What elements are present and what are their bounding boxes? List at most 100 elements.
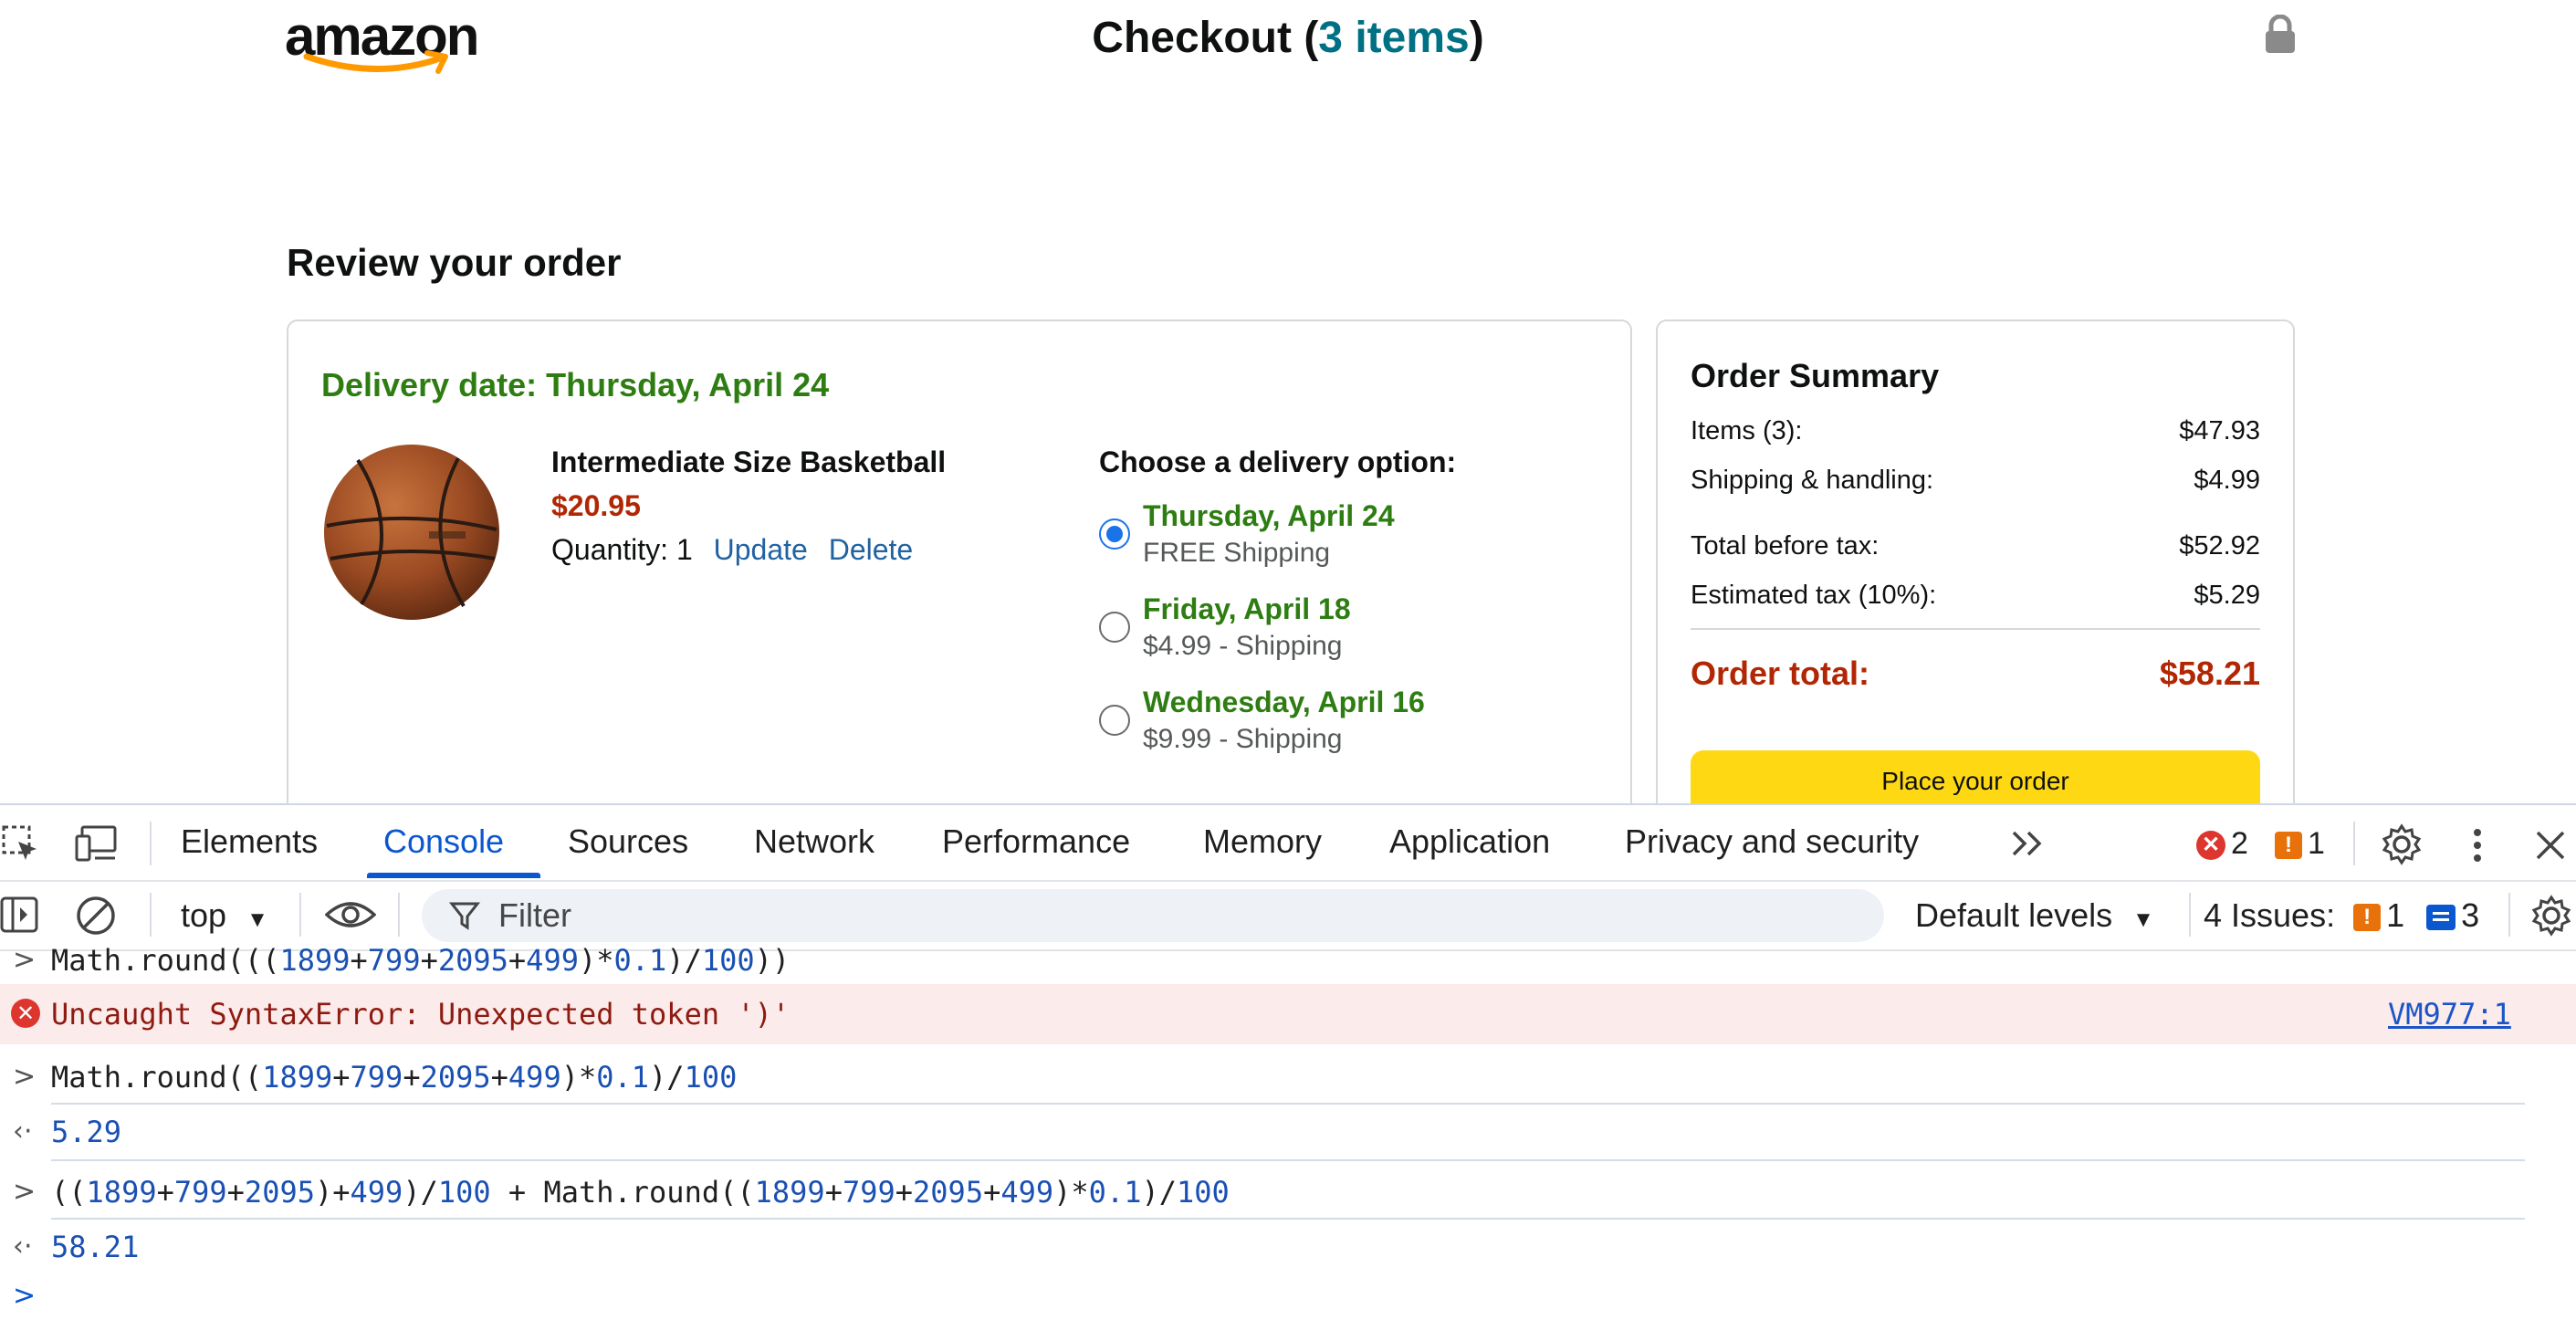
- prompt-chevron-icon: >: [13, 1061, 37, 1093]
- kebab-menu-icon[interactable]: [2465, 825, 2490, 865]
- tab-sources[interactable]: Sources: [568, 818, 688, 865]
- console-result-line: ‹· 5.29: [0, 1110, 2576, 1154]
- delete-link[interactable]: Delete: [829, 533, 914, 566]
- numeric-literal: 1899: [262, 1060, 333, 1095]
- console-result: 5.29: [51, 1115, 122, 1149]
- place-order-button[interactable]: Place your order: [1691, 750, 2260, 803]
- tab-performance[interactable]: Performance: [942, 818, 1130, 865]
- separator: [2353, 822, 2355, 865]
- console-input-line: > ((1899+799+2095)+499)/100 + Math.round…: [0, 1170, 2576, 1214]
- log-levels-dropdown[interactable]: Default levels ▼: [1915, 895, 2154, 941]
- more-tabs-icon[interactable]: [2008, 827, 2048, 860]
- error-icon: ✕: [2196, 831, 2225, 861]
- warning-icon: !: [2275, 832, 2302, 860]
- console-result-line: ‹· 58.21: [0, 1225, 2576, 1269]
- delivery-option-wednesday[interactable]: Wednesday, April 16 $9.99 - Shipping: [1099, 681, 1610, 772]
- total-label: Order total:: [1691, 655, 1870, 692]
- error-counter[interactable]: ✕ 2: [2196, 823, 2248, 864]
- error-source-link[interactable]: VM977:1: [2388, 984, 2511, 1044]
- radio-unselected[interactable]: [1099, 705, 1130, 736]
- numeric-literal: 0.1: [1088, 1175, 1142, 1210]
- shipping-value: $4.99: [2194, 466, 2260, 495]
- radio-selected[interactable]: [1099, 519, 1130, 550]
- device-toolbar-icon[interactable]: [75, 823, 120, 864]
- console-expression: ((1899+799+2095)+499)/100 + Math.round((…: [51, 1175, 1230, 1210]
- console-input-line: > Math.round((1899+799+2095+499)*0.1)/10…: [0, 1055, 2576, 1099]
- radio-unselected[interactable]: [1099, 612, 1130, 643]
- error-icon: ✕: [11, 999, 40, 1028]
- review-heading: Review your order: [287, 241, 622, 284]
- numeric-literal: 799: [173, 1175, 227, 1210]
- warning-icon: !: [2353, 904, 2382, 932]
- basketball-image[interactable]: [321, 442, 502, 623]
- console-error-line: ✕ Uncaught SyntaxError: Unexpected token…: [0, 984, 2576, 1044]
- numeric-literal: 2095: [420, 1060, 491, 1095]
- close-icon[interactable]: [2532, 827, 2569, 864]
- issues-counter[interactable]: 4 Issues: ! 1 3: [2204, 895, 2479, 937]
- option-date: Thursday, April 24: [1143, 499, 1395, 532]
- lock-icon: [2266, 15, 2295, 53]
- inspect-element-icon[interactable]: [0, 823, 40, 864]
- numeric-literal: 799: [842, 1175, 895, 1210]
- numeric-literal: 1899: [279, 943, 351, 978]
- checkout-page: amazon Checkout (3 items) Review your or…: [0, 0, 2576, 803]
- total-value: $58.21: [2159, 655, 2260, 692]
- items-value: $47.93: [2179, 416, 2260, 445]
- clear-console-icon[interactable]: [75, 895, 117, 937]
- tax-value: $5.29: [2194, 581, 2260, 610]
- summary-before-tax-row: Total before tax: $52.92: [1691, 528, 2260, 564]
- warning-counter[interactable]: ! 1: [2275, 823, 2325, 864]
- summary-divider: [1691, 628, 2260, 630]
- quantity-label: Quantity: 1: [551, 533, 693, 566]
- gear-icon[interactable]: [2381, 823, 2423, 865]
- console-prompt-line[interactable]: >: [0, 1274, 2576, 1318]
- filter-funnel-icon: [449, 902, 480, 930]
- eye-icon[interactable]: [325, 898, 376, 931]
- page-title: Checkout (3 items): [0, 9, 2576, 68]
- numeric-literal: 2095: [244, 1175, 315, 1210]
- delivery-option-label: Choose a delivery option:: [1099, 445, 1457, 478]
- numeric-literal: 0.1: [613, 943, 667, 978]
- option-cost: $4.99 - Shipping: [1143, 631, 1343, 661]
- product-name[interactable]: Intermediate Size Basketball: [551, 442, 946, 482]
- console-output[interactable]: > Math.round(((1899+799+2095+499)*0.1)/1…: [0, 943, 2576, 1320]
- numeric-literal: 100: [1177, 1175, 1230, 1210]
- separator: [150, 822, 152, 865]
- delivery-option-thursday[interactable]: Thursday, April 24 FREE Shipping: [1099, 495, 1610, 586]
- prompt-chevron-icon: >: [13, 1176, 37, 1208]
- error-count: 2: [2231, 826, 2248, 861]
- result-arrow-icon: ‹·: [13, 1116, 33, 1147]
- update-link[interactable]: Update: [714, 533, 808, 566]
- console-expression: Math.round(((1899+799+2095+499)*0.1)/100…: [51, 943, 791, 978]
- error-message: Uncaught SyntaxError: Unexpected token '…: [51, 997, 791, 1032]
- separator: [150, 893, 152, 937]
- tab-privacy-security[interactable]: Privacy and security: [1625, 818, 1919, 865]
- tab-console[interactable]: Console: [383, 818, 504, 865]
- product-price: $20.95: [551, 489, 641, 522]
- context-selector[interactable]: top ▼: [181, 895, 268, 941]
- active-tab-indicator: [367, 873, 540, 878]
- dropdown-arrow-icon: ▼: [246, 907, 268, 932]
- tab-application[interactable]: Application: [1389, 818, 1550, 865]
- warning-count: 1: [2308, 826, 2325, 861]
- tab-elements[interactable]: Elements: [181, 818, 318, 865]
- numeric-literal: 100: [701, 943, 755, 978]
- console-settings-gear-icon[interactable]: [2530, 895, 2572, 937]
- tab-memory[interactable]: Memory: [1203, 818, 1322, 865]
- items-count-link[interactable]: 3 items: [1318, 14, 1469, 62]
- tab-network[interactable]: Network: [754, 818, 874, 865]
- numeric-literal: 2095: [437, 943, 508, 978]
- levels-value: Default levels: [1915, 896, 2113, 934]
- summary-title: Order Summary: [1691, 357, 1940, 394]
- numeric-literal: 499: [526, 943, 579, 978]
- divider: [51, 1159, 2525, 1161]
- delivery-option-friday[interactable]: Friday, April 18 $4.99 - Shipping: [1099, 588, 1610, 679]
- filter-input[interactable]: Filter: [422, 889, 1884, 942]
- option-date: Friday, April 18: [1143, 592, 1351, 625]
- divider: [51, 1218, 2525, 1220]
- numeric-literal: 100: [437, 1175, 491, 1210]
- sidebar-toggle-icon[interactable]: [0, 895, 40, 935]
- result-arrow-icon: ‹·: [13, 1231, 33, 1262]
- numeric-literal: 799: [350, 1060, 403, 1095]
- option-cost: FREE Shipping: [1143, 538, 1331, 568]
